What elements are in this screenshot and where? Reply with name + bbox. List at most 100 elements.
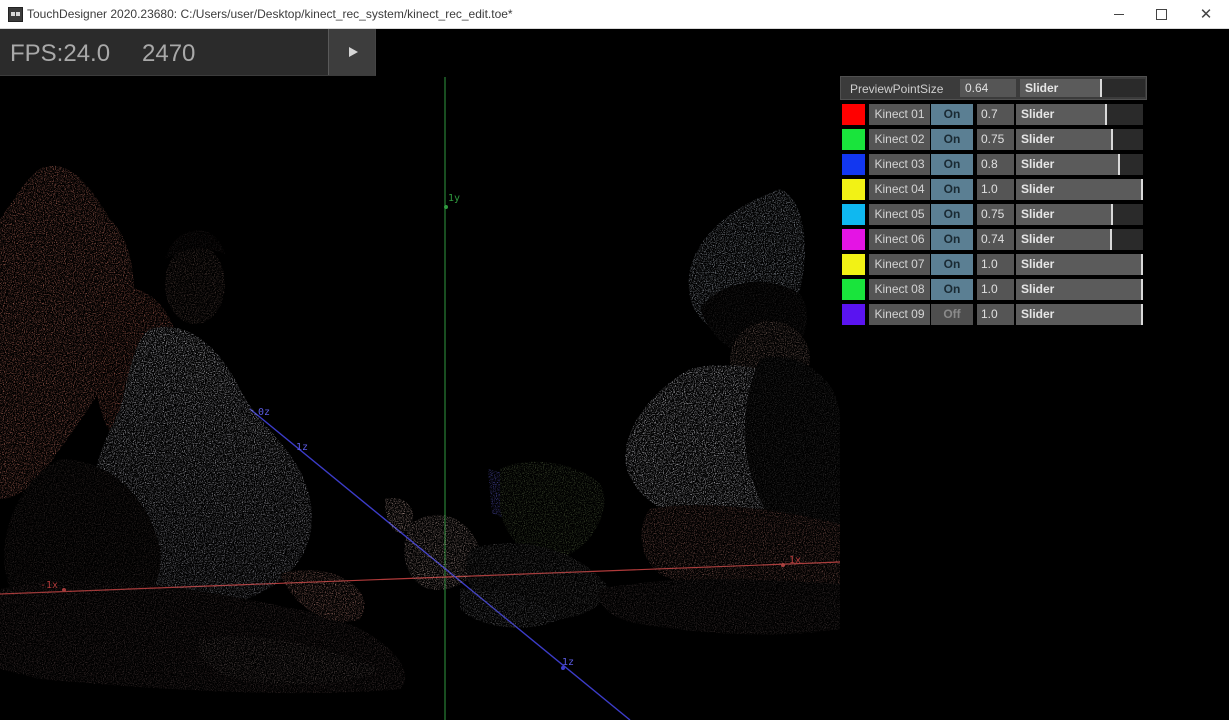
slider-handle[interactable] [1111, 129, 1113, 150]
kinect-value-field[interactable]: 0.74 [977, 229, 1014, 250]
kinect-on-off-toggle[interactable]: On [931, 104, 973, 125]
kinect-slider[interactable]: Slider [1016, 179, 1143, 200]
kinect-row: Kinect 03 On 0.8 Slider [840, 154, 1144, 175]
play-icon [348, 47, 358, 57]
kinect-on-off-toggle[interactable]: On [931, 204, 973, 225]
slider-handle[interactable] [1141, 279, 1143, 300]
kinect-on-off-toggle[interactable]: On [931, 279, 973, 300]
kinect-row: Kinect 01 On 0.7 Slider [840, 104, 1144, 125]
kinect-value-field[interactable]: 0.75 [977, 129, 1014, 150]
axis-label-z-tick: 1z [296, 442, 308, 453]
kinect-row: Kinect 02 On 0.75 Slider [840, 129, 1144, 150]
kinect-value-field[interactable]: 1.0 [977, 254, 1014, 275]
kinect-color-swatch [842, 179, 865, 200]
kinect-name-label: Kinect 08 [869, 279, 930, 300]
kinect-color-swatch [842, 154, 865, 175]
window-title: TouchDesigner 2020.23680: C:/Users/user/… [27, 7, 513, 21]
close-button[interactable]: ✕ [1183, 0, 1229, 29]
kinect-value-field[interactable]: 1.0 [977, 279, 1014, 300]
kinect-slider[interactable]: Slider [1016, 154, 1143, 175]
kinect-on-off-toggle[interactable]: On [931, 154, 973, 175]
close-icon: ✕ [1199, 5, 1213, 23]
kinect-on-off-toggle[interactable]: On [931, 179, 973, 200]
slider-label: Slider [1021, 182, 1055, 196]
kinect-value-field[interactable]: 0.8 [977, 154, 1014, 175]
minimize-icon [1114, 14, 1124, 15]
kinect-row: Kinect 04 On 1.0 Slider [840, 179, 1144, 200]
kinect-color-swatch [842, 254, 865, 275]
slider-handle[interactable] [1111, 204, 1113, 225]
kinect-row: Kinect 07 On 1.0 Slider [840, 254, 1144, 275]
kinect-name-label: Kinect 03 [869, 154, 930, 175]
frame-counter: 2470 [142, 40, 196, 67]
kinect-value-field[interactable]: 1.0 [977, 304, 1014, 325]
kinect-color-swatch [842, 229, 865, 250]
kinect-name-label: Kinect 06 [869, 229, 930, 250]
minimize-button[interactable] [1096, 0, 1142, 29]
kinect-on-off-toggle[interactable]: On [931, 229, 973, 250]
play-button[interactable] [328, 29, 375, 75]
slider-label: Slider [1021, 232, 1055, 246]
slider-handle[interactable] [1105, 104, 1107, 125]
axis-label-z-upper: 0z [258, 407, 270, 418]
slider-label: Slider [1021, 257, 1055, 271]
preview-point-size-row: PreviewPointSize 0.64 Slider [840, 76, 1147, 100]
title-bar: TouchDesigner 2020.23680: C:/Users/user/… [0, 0, 1229, 29]
slider-label: Slider [1021, 132, 1055, 146]
kinect-color-swatch [842, 304, 865, 325]
slider-label: Slider [1021, 107, 1055, 121]
kinect-slider[interactable]: Slider [1016, 304, 1143, 325]
maximize-button[interactable] [1138, 0, 1184, 29]
axis-label-x-neg: -1x [40, 580, 58, 591]
kinect-slider[interactable]: Slider [1016, 229, 1143, 250]
kinect-slider[interactable]: Slider [1016, 254, 1143, 275]
kinect-value-field[interactable]: 0.75 [977, 204, 1014, 225]
axis-label-z-pos: 1z [562, 657, 574, 668]
slider-label: Slider [1021, 157, 1055, 171]
kinect-name-label: Kinect 01 [869, 104, 930, 125]
kinect-slider[interactable]: Slider [1016, 104, 1143, 125]
kinect-row: Kinect 08 On 1.0 Slider [840, 279, 1144, 300]
kinect-row: Kinect 06 On 0.74 Slider [840, 229, 1144, 250]
axis-label-x-pos: 1x [789, 555, 801, 566]
maximize-icon [1155, 9, 1167, 20]
kinect-name-label: Kinect 02 [869, 129, 930, 150]
kinect-value-field[interactable]: 1.0 [977, 179, 1014, 200]
slider-label: Slider [1021, 207, 1055, 221]
slider-handle[interactable] [1141, 179, 1143, 200]
kinect-on-off-toggle[interactable]: Off [931, 304, 973, 325]
preview-point-size-value-field[interactable]: 0.64 [960, 79, 1016, 97]
playback-hud: FPS:24.0 2470 [0, 29, 376, 76]
kinect-color-swatch [842, 279, 865, 300]
kinect-color-swatch [842, 129, 865, 150]
axis-label-y-pos: 1y [448, 193, 460, 204]
kinect-slider[interactable]: Slider [1016, 279, 1143, 300]
point-cloud-points [0, 165, 840, 694]
touchdesigner-app-icon [8, 7, 23, 22]
kinect-slider[interactable]: Slider [1016, 204, 1143, 225]
kinect-name-label: Kinect 07 [869, 254, 930, 275]
kinect-value-field[interactable]: 0.7 [977, 104, 1014, 125]
slider-label: Slider [1025, 81, 1059, 95]
kinect-name-label: Kinect 04 [869, 179, 930, 200]
kinect-slider[interactable]: Slider [1016, 129, 1143, 150]
kinect-name-label: Kinect 05 [869, 204, 930, 225]
kinect-on-off-toggle[interactable]: On [931, 254, 973, 275]
slider-handle[interactable] [1141, 254, 1143, 275]
preview-point-size-label: PreviewPointSize [850, 82, 944, 96]
kinect-on-off-toggle[interactable]: On [931, 129, 973, 150]
kinect-name-label: Kinect 09 [869, 304, 930, 325]
slider-label: Slider [1021, 307, 1055, 321]
preview-point-size-slider[interactable]: Slider [1020, 79, 1145, 97]
kinect-color-swatch [842, 204, 865, 225]
slider-handle[interactable] [1110, 229, 1112, 250]
slider-handle[interactable] [1118, 154, 1120, 175]
fps-readout: FPS:24.0 [10, 40, 111, 67]
slider-handle[interactable] [1141, 304, 1143, 325]
kinect-color-swatch [842, 104, 865, 125]
slider-label: Slider [1021, 282, 1055, 296]
kinect-row: Kinect 05 On 0.75 Slider [840, 204, 1144, 225]
y-axis-marker [444, 205, 448, 209]
slider-handle[interactable] [1100, 79, 1102, 97]
kinect-row: Kinect 09 Off 1.0 Slider [840, 304, 1144, 325]
